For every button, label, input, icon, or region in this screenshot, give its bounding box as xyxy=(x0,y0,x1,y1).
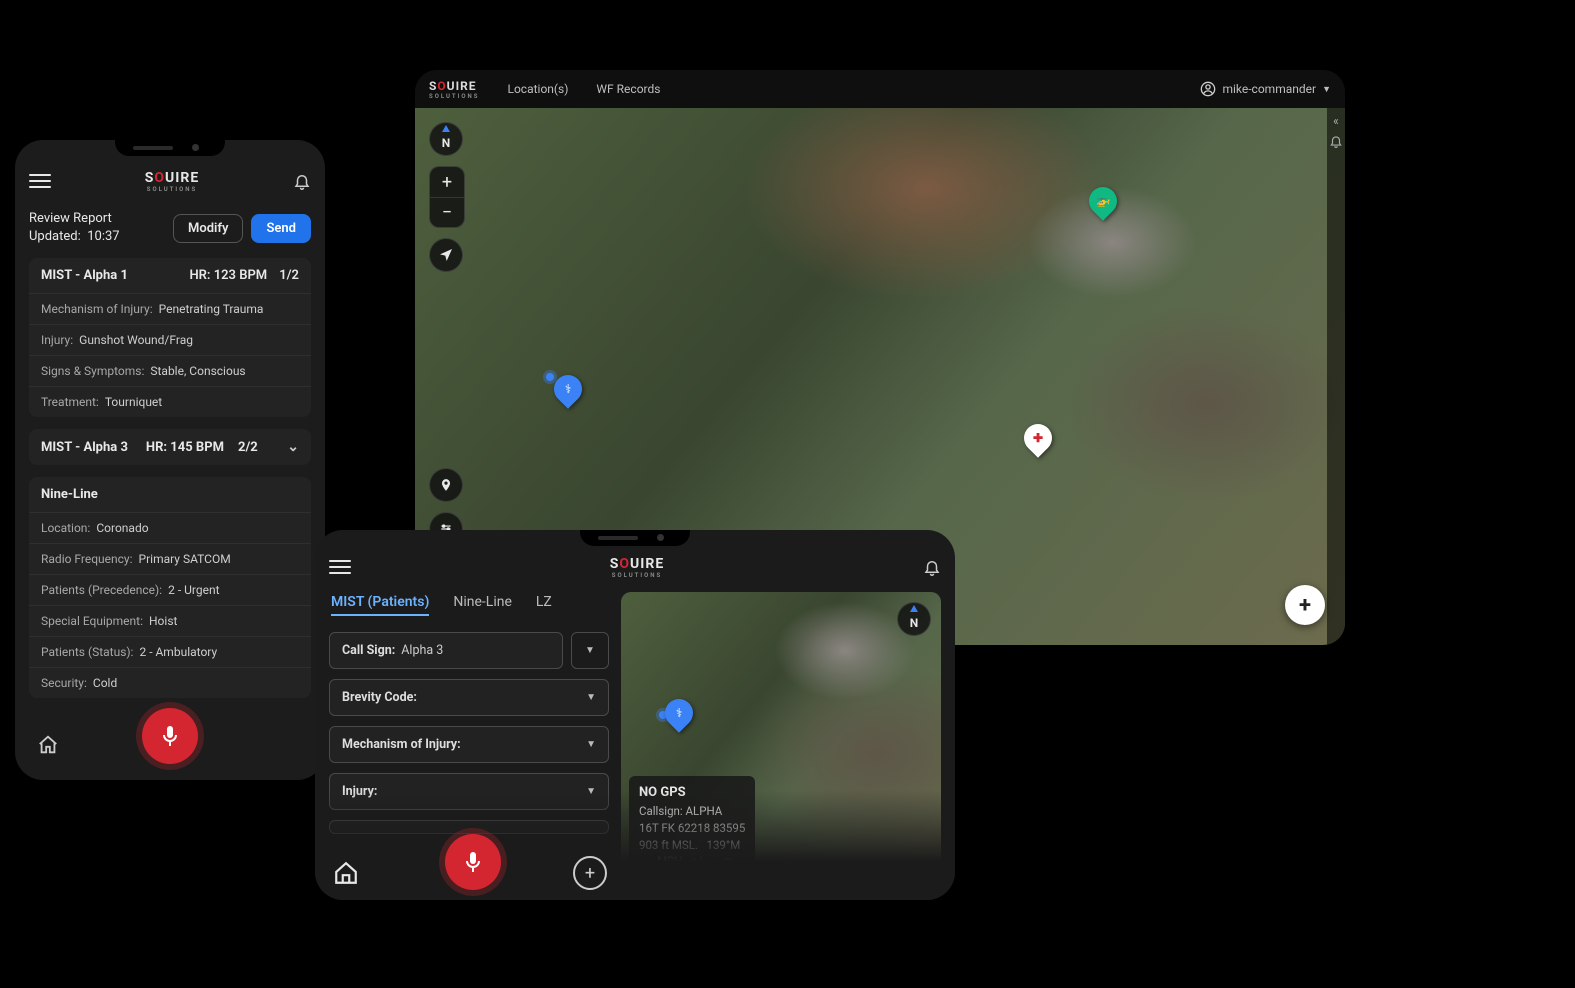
desktop-header: SOUIRE SOLUTIONS Location(s) WF Records … xyxy=(415,70,1345,108)
mist-row: Signs & Symptoms:Stable, Conscious xyxy=(29,355,311,386)
medical-icon: ⚕ xyxy=(675,706,682,720)
phone-notch xyxy=(580,530,690,546)
tab-nineline[interactable]: Nine-Line xyxy=(453,594,512,616)
zoom-controls: + − xyxy=(429,166,465,228)
mini-map[interactable]: N ⚕ NO GPS Callsign: ALPHA 16T FK 62218 … xyxy=(621,592,941,886)
modify-button[interactable]: Modify xyxy=(173,214,244,243)
map-marker-patient[interactable]: ⚕ xyxy=(665,699,693,727)
home-button[interactable] xyxy=(333,860,359,886)
marker-tool-button[interactable] xyxy=(429,468,463,502)
chevron-down-icon: ▼ xyxy=(1322,84,1331,95)
mist-row: Mechanism of Injury:Penetrating Trauma xyxy=(29,293,311,324)
page-title: Review Report xyxy=(29,210,120,228)
nineline-row: Special Equipment:Hoist xyxy=(29,605,311,636)
callsign-row: Call Sign: Alpha 3 ▼ xyxy=(329,632,609,669)
mic-button[interactable] xyxy=(142,708,198,764)
chevron-down-icon: ▼ xyxy=(586,692,596,703)
bell-icon xyxy=(293,172,311,190)
nineline-row: Patients (Precedence):2 - Urgent xyxy=(29,574,311,605)
compass-arrow-icon xyxy=(442,125,450,132)
phone-notch xyxy=(115,140,225,156)
nineline-row: Location:Coronado xyxy=(29,512,311,543)
chevron-down-icon: ▼ xyxy=(586,739,596,750)
mist-alpha3-card[interactable]: MIST - Alpha 3 HR: 145 BPM 2/2 ⌄ xyxy=(29,429,311,465)
tablet-mist-form: SOUIRE SOLUTIONS MIST (Patients) Nine-Li… xyxy=(315,530,955,900)
card-title: MIST - Alpha 3 xyxy=(41,440,128,455)
collapse-icon[interactable]: « xyxy=(1333,114,1339,128)
mist-row: Treatment:Tourniquet xyxy=(29,386,311,417)
tab-bar: MIST (Patients) Nine-Line LZ xyxy=(329,592,609,622)
helicopter-icon: 🚁 xyxy=(1096,194,1111,208)
nineline-card: Nine-Line Location:Coronado Radio Freque… xyxy=(29,477,311,698)
compass-arrow-icon xyxy=(910,605,918,612)
location-arrow-icon xyxy=(438,247,454,263)
tab-mist[interactable]: MIST (Patients) xyxy=(331,594,429,616)
chevron-down-icon: ▼ xyxy=(586,786,596,797)
tab-lz[interactable]: LZ xyxy=(536,594,552,616)
brand-logo: SOUIRE SOLUTIONS xyxy=(145,170,199,193)
send-button[interactable]: Send xyxy=(251,214,311,243)
zoom-in-button[interactable]: + xyxy=(430,167,464,197)
phone1-header: SOUIRE SOLUTIONS xyxy=(29,160,311,202)
chevron-down-icon: ⌄ xyxy=(287,439,299,455)
mechanism-field[interactable]: Mechanism of Injury: ▼ xyxy=(329,726,609,763)
mist-row: Injury:Gunshot Wound/Frag xyxy=(29,324,311,355)
review-header-row: Review Report Updated: 10:37 Modify Send xyxy=(29,210,311,246)
medical-icon: ⚕ xyxy=(565,382,572,396)
card-count: 2/2 xyxy=(238,440,258,455)
home-icon xyxy=(333,860,359,886)
nav-wf-records[interactable]: WF Records xyxy=(596,82,660,96)
pin-icon xyxy=(439,478,453,492)
compass-button[interactable]: N xyxy=(429,122,463,156)
map-marker-patient[interactable]: ⚕ xyxy=(554,375,582,403)
menu-button[interactable] xyxy=(29,174,51,188)
notifications-button[interactable] xyxy=(293,172,311,190)
home-icon xyxy=(37,734,59,756)
hr-value: HR: 123 BPM xyxy=(189,268,267,283)
injury-field[interactable]: Injury: ▼ xyxy=(329,773,609,810)
locate-button[interactable] xyxy=(429,238,463,272)
card-title: MIST - Alpha 1 xyxy=(41,268,128,283)
hr-value: HR: 145 BPM xyxy=(146,440,224,455)
map-dot-self xyxy=(546,373,554,381)
phone2-header: SOUIRE SOLUTIONS xyxy=(329,546,941,588)
add-fab[interactable]: + xyxy=(1285,585,1325,625)
cross-icon: ✚ xyxy=(1033,431,1043,445)
mist-alpha1-card: MIST - Alpha 1 HR: 123 BPM 1/2 Mechanism… xyxy=(29,258,311,417)
notifications-button[interactable] xyxy=(923,558,941,576)
nav-locations[interactable]: Location(s) xyxy=(507,82,568,96)
brand-logo: SOUIRE SOLUTIONS xyxy=(610,556,664,579)
zoom-out-button[interactable]: − xyxy=(430,197,464,227)
map-marker-hospital[interactable]: ✚ xyxy=(1024,424,1052,452)
map-marker-helo[interactable]: 🚁 xyxy=(1089,187,1117,215)
card-count: 1/2 xyxy=(279,268,299,283)
brevity-field[interactable]: Brevity Code: ▼ xyxy=(329,679,609,716)
menu-button[interactable] xyxy=(329,560,351,574)
nineline-row: Radio Frequency:Primary SATCOM xyxy=(29,543,311,574)
phone2-body: MIST (Patients) Nine-Line LZ Call Sign: … xyxy=(329,592,941,886)
bell-icon xyxy=(923,558,941,576)
mic-icon xyxy=(461,850,485,874)
card-title: Nine-Line xyxy=(29,477,311,512)
right-rail: « xyxy=(1327,108,1345,645)
user-icon xyxy=(1200,81,1216,97)
map-controls-top: N + − xyxy=(429,122,465,272)
gps-info-box: NO GPS Callsign: ALPHA 16T FK 62218 8359… xyxy=(629,776,755,878)
callsign-field[interactable]: Call Sign: Alpha 3 xyxy=(329,632,563,669)
brand-logo: SOUIRE SOLUTIONS xyxy=(429,79,479,100)
compass-button[interactable]: N xyxy=(897,602,931,636)
phone-review-report: SOUIRE SOLUTIONS Review Report Updated: … xyxy=(15,140,325,780)
mic-icon xyxy=(158,724,182,748)
mic-button[interactable] xyxy=(445,834,501,890)
nineline-row: Security:Cold xyxy=(29,667,311,698)
bell-icon[interactable] xyxy=(1329,134,1343,148)
gps-status: NO GPS xyxy=(639,785,686,800)
home-button[interactable] xyxy=(37,734,59,756)
user-menu[interactable]: mike-commander ▼ xyxy=(1200,81,1331,97)
extra-field[interactable] xyxy=(329,820,609,834)
nineline-row: Patients (Status):2 - Ambulatory xyxy=(29,636,311,667)
callsign-dropdown-button[interactable]: ▼ xyxy=(571,632,609,669)
add-button[interactable]: + xyxy=(573,856,607,890)
